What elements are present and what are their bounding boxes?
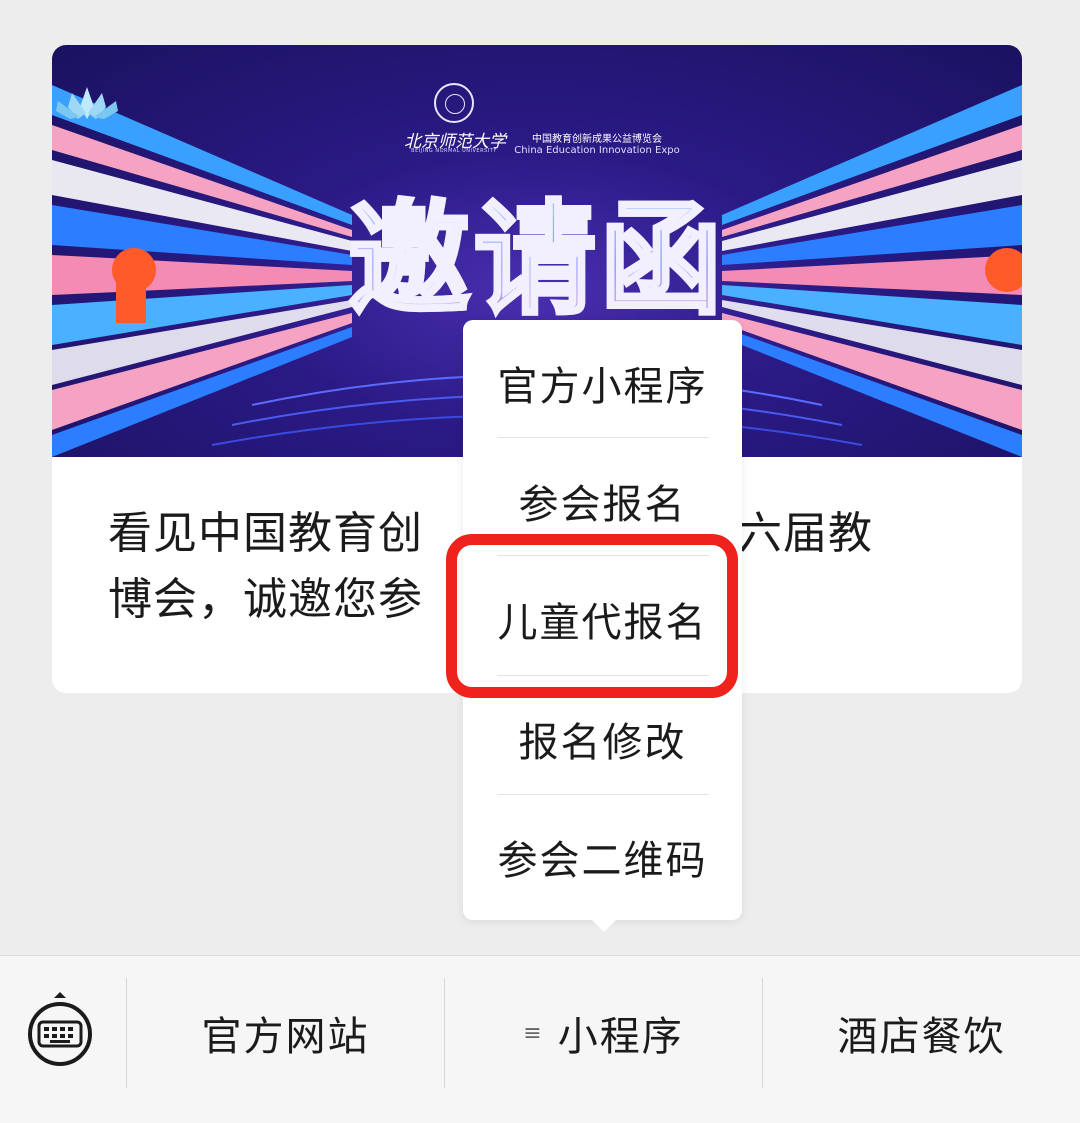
menu-item-conference-qrcode[interactable]: 参会二维码: [463, 798, 742, 916]
hotel-dining-label: 酒店餐饮: [837, 1014, 1006, 1060]
bottom-menu-bar: 官方网站 ≡ 小程序 酒店餐饮: [0, 955, 1080, 1123]
expo-name-cn: 中国教育创新成果公益博览会: [532, 134, 662, 145]
cover-logos: 北京师范大学 BEIJING NORMAL UNIVERSITY 中国教育创新成…: [52, 83, 1022, 163]
official-website-label: 官方网站: [201, 1014, 370, 1060]
lotus-logo-icon: [56, 87, 118, 119]
highlight-box: [446, 534, 738, 698]
article-title-line2: 博会，诚邀您参: [108, 574, 423, 625]
top-edge-fragment: [448, 0, 548, 4]
miniprogram-menu-button[interactable]: ≡ 小程序: [445, 978, 762, 1088]
university-name-en: BEIJING NORMAL UNIVERSITY: [411, 148, 497, 154]
hotel-dining-button[interactable]: 酒店餐饮: [763, 978, 1080, 1088]
menu-divider: [497, 437, 709, 438]
menu-divider: [497, 794, 709, 795]
article-title-line1: 看见中国教育创: [108, 508, 423, 559]
university-seal-icon: [434, 83, 474, 123]
submenu-icon: ≡: [523, 1020, 542, 1046]
expo-name-en: China Education Innovation Expo: [514, 145, 680, 156]
official-website-button[interactable]: 官方网站: [127, 978, 444, 1088]
menu-item-official-miniprogram[interactable]: 官方小程序: [463, 324, 742, 442]
keyboard-icon[interactable]: [26, 992, 94, 1068]
miniprogram-label: 小程序: [557, 1014, 684, 1060]
cover-headline: 邀请函: [52, 185, 1022, 335]
